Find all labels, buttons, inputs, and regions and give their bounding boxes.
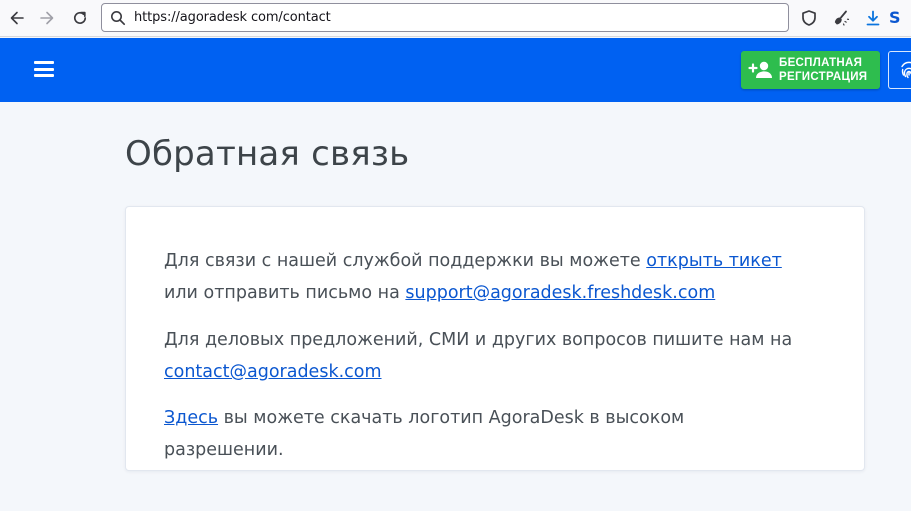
open-ticket-link[interactable]: открыть тикет [646,251,782,271]
support-paragraph: Для связи с нашей службой поддержки вы м… [164,245,804,309]
business-paragraph: Для деловых предложений, СМИ и других во… [164,324,804,388]
arrow-right-icon [40,11,54,25]
extension-s-icon[interactable]: S [889,8,901,27]
hamburger-menu-button[interactable] [32,59,56,79]
login-button[interactable] [888,51,911,89]
signup-label-line1: БЕСПЛАТНАЯ [779,57,863,69]
downloads-button[interactable] [861,6,885,30]
search-icon [109,9,127,27]
app-header: БЕСПЛАТНАЯ РЕГИСТРАЦИЯ [0,38,911,102]
fingerprint-icon [901,61,911,79]
download-arrow-icon [866,10,880,26]
broom-icon [834,10,850,26]
address-bar[interactable]: https://agoradesk com/contact [101,3,789,32]
support-email-link[interactable]: support@agoradesk.freshdesk.com [405,283,715,303]
browser-toolbar: https://agoradesk com/contact S [0,0,911,37]
reload-icon [74,11,87,24]
extension-broom-button[interactable] [829,6,853,30]
forward-button[interactable] [33,4,61,32]
hamburger-icon-bar [34,61,54,64]
url-text: https://agoradesk com/contact [134,10,331,25]
arrow-left-icon [10,11,24,25]
reload-button[interactable] [66,4,94,32]
download-logo-link[interactable]: Здесь [164,408,218,428]
contact-email-link[interactable]: contact@agoradesk.com [164,362,382,382]
hamburger-icon-bar [34,74,54,77]
page-title: Обратная связь [125,134,410,174]
signup-label-line2: РЕГИСТРАЦИЯ [779,71,868,83]
logo-text: вы можете скачать логотип AgoraDesk в вы… [164,408,685,460]
shield-icon [802,10,816,26]
shield-button[interactable] [797,6,821,30]
contact-card: Для связи с нашей службой поддержки вы м… [125,206,865,471]
free-signup-button[interactable]: БЕСПЛАТНАЯ РЕГИСТРАЦИЯ [741,51,880,89]
business-text: Для деловых предложений, СМИ и других во… [164,330,793,350]
hamburger-icon-bar [34,67,54,71]
add-user-icon [747,60,775,80]
support-text-part2: или отправить письмо на [164,283,406,303]
back-button[interactable] [3,4,31,32]
support-text-part1: Для связи с нашей службой поддержки вы м… [164,251,647,271]
signup-label: БЕСПЛАТНАЯ РЕГИСТРАЦИЯ [779,56,867,84]
logo-paragraph: Здесь вы можете скачать логотип AgoraDes… [164,402,804,466]
